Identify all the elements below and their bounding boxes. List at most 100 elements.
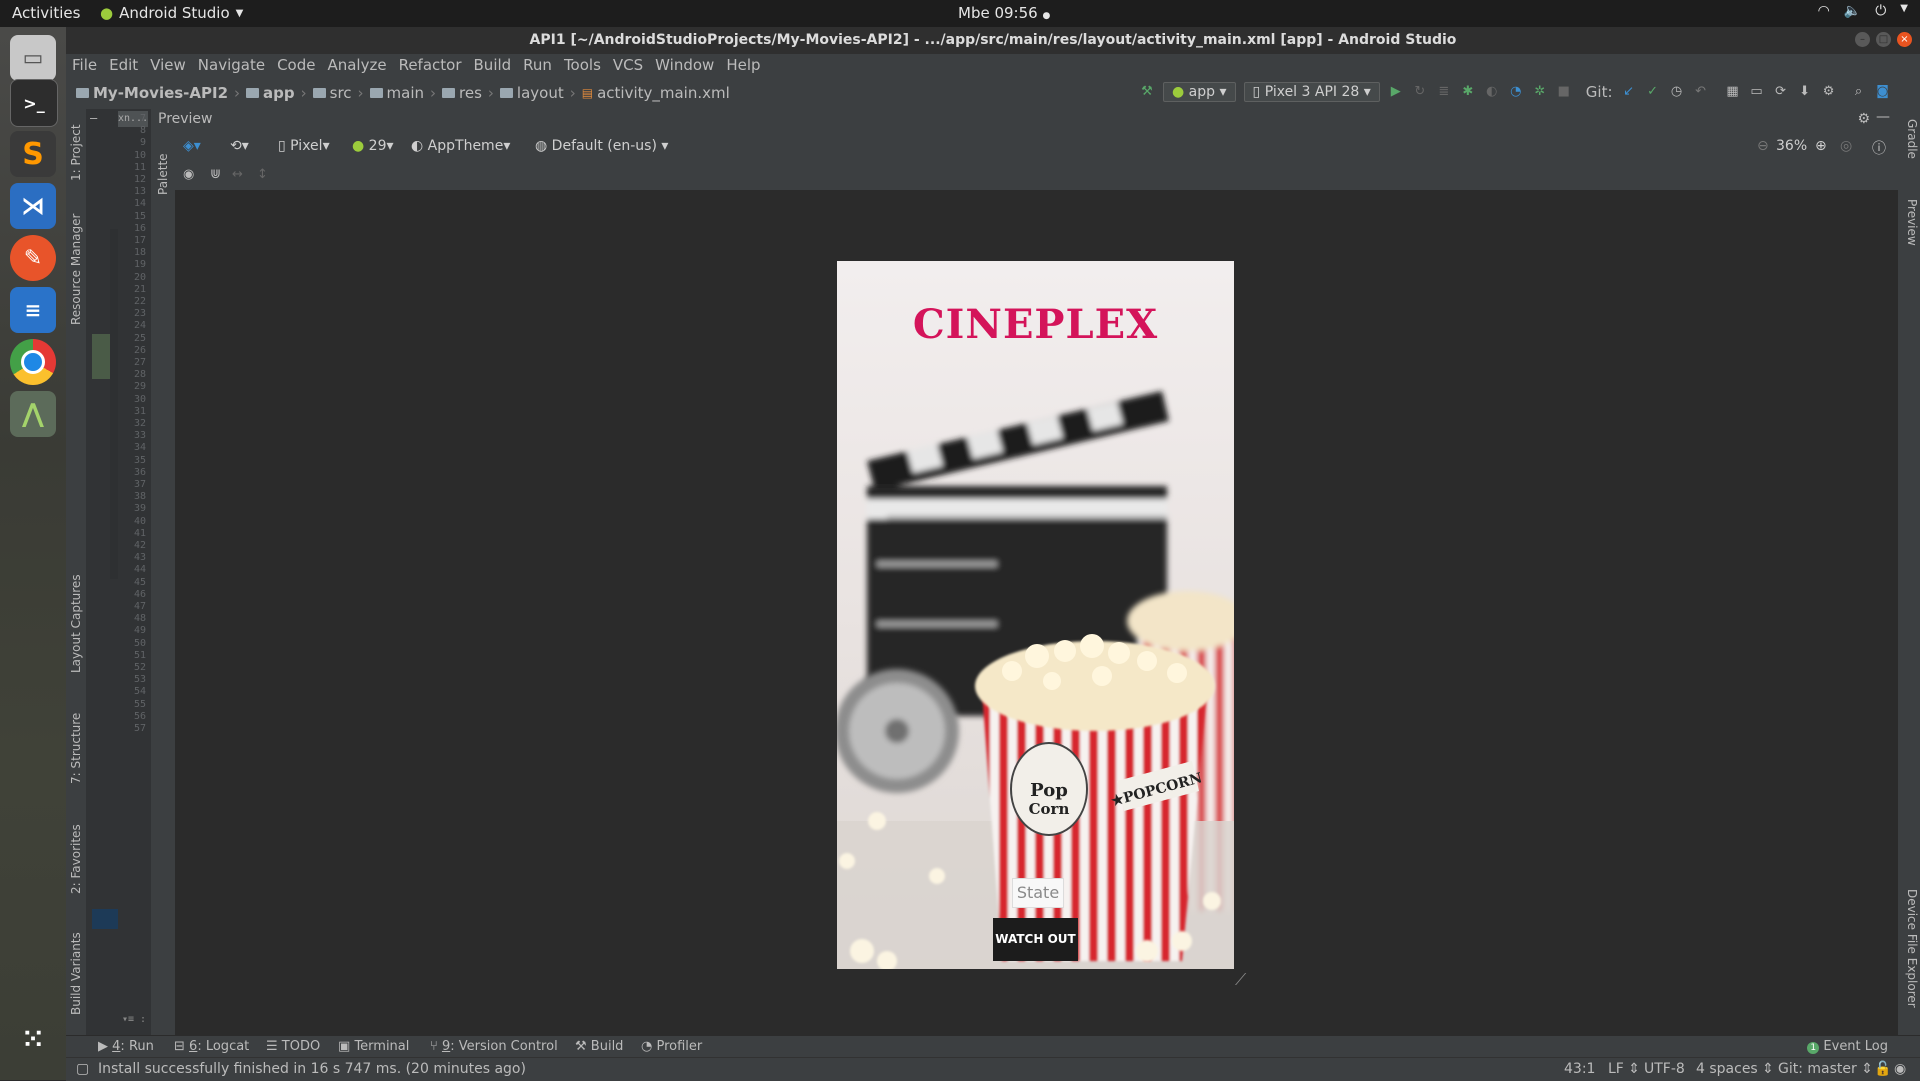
layout-inspector-icon[interactable]: ⚙ [1821,84,1837,100]
tool-tab-project[interactable]: 1: Project [66,113,86,193]
zoom-in-icon[interactable]: ⊕ [1815,138,1827,154]
tool-tab-build-variants[interactable]: Build Variants [66,919,86,1029]
run-icon[interactable]: ▶ [1388,84,1404,100]
project-structure-icon[interactable]: ▦ [1725,84,1741,100]
menu-build[interactable]: Build [468,54,518,78]
attach-debugger-icon[interactable]: ✲ [1532,84,1548,100]
menu-edit[interactable]: Edit [103,54,144,78]
breadcrumb-main[interactable]: main [369,84,424,102]
breadcrumb-project[interactable]: My-Movies-API2 [76,84,228,102]
vertical-resize-icon[interactable]: ↕ [257,167,268,182]
tool-tab-gradle[interactable]: Gradle [1899,119,1919,159]
tool-tab-preview[interactable]: Preview [1899,199,1919,246]
tool-tab-terminal[interactable]: ▣ Terminal [338,1039,409,1054]
breadcrumb-res[interactable]: res [442,84,482,102]
warning-icon[interactable]: ⓘ [1872,138,1886,158]
run-config-select[interactable]: ● app ▾ [1163,82,1236,102]
menu-analyze[interactable]: Analyze [321,54,392,78]
breadcrumb-layout[interactable]: layout [499,84,564,102]
file-encoding[interactable]: UTF-8 [1644,1061,1685,1077]
chrome-icon[interactable] [10,339,56,385]
menu-file[interactable]: File [66,54,103,78]
design-surface-icon[interactable]: ◈▾ [183,138,201,154]
menu-window[interactable]: Window [649,54,720,78]
breadcrumb-file[interactable]: ▤ activity_main.xml [582,84,730,102]
stop-icon[interactable]: ■ [1556,84,1572,100]
git-rollback-icon[interactable]: ↶ [1693,84,1709,100]
apply-code-changes-icon[interactable]: ≣ [1436,84,1452,100]
tool-tab-layout-captures[interactable]: Layout Captures [66,564,86,684]
zoom-fit-icon[interactable]: ◎ [1840,138,1852,154]
git-update-icon[interactable]: ↙ [1621,84,1637,100]
event-log-button[interactable]: 1 Event Log [1807,1039,1888,1054]
menu-icon[interactable]: ▾≡ : [122,1014,146,1025]
profile-icon[interactable]: ◔ [1508,84,1524,100]
avd-manager-icon[interactable]: ▭ [1749,84,1765,100]
collapse-icon[interactable]: — [90,111,97,125]
maximize-icon[interactable]: □ [1876,32,1891,47]
tool-tab-version-control[interactable]: ⑂ 9: Version Control [430,1039,558,1054]
menu-help[interactable]: Help [720,54,766,78]
apps-grid-icon[interactable]: ⁙ [10,1017,56,1063]
tool-tab-logcat[interactable]: ⊟ 6: Logcat [174,1039,249,1054]
menu-code[interactable]: Code [271,54,321,78]
system-tray[interactable]: ◠ 🔈 ⏻ ▼ [1818,3,1908,19]
inspector-icon[interactable]: ◉ [1894,1061,1906,1077]
breadcrumb-app[interactable]: app [246,84,295,102]
watch-out-button[interactable]: WATCH OUT [993,918,1078,961]
eye-icon[interactable]: ◉ [183,167,194,182]
menu-view[interactable]: View [144,54,192,78]
tool-tab-profiler[interactable]: ◔ Profiler [641,1039,702,1054]
account-icon[interactable]: ◙ [1875,84,1891,100]
breadcrumb-src[interactable]: src [312,84,352,102]
tool-tab-build[interactable]: ⚒ Build [575,1039,623,1054]
git-commit-icon[interactable]: ✓ [1645,84,1661,100]
vscode-icon[interactable]: ⋊ [10,183,56,229]
horizontal-resize-icon[interactable]: ↔ [232,167,243,182]
tool-tab-resource-manager[interactable]: Resource Manager [66,209,86,329]
zoom-out-icon[interactable]: ⊖ [1757,138,1769,154]
window-toggle-icon[interactable]: ▢ [76,1061,89,1077]
gear-icon[interactable]: ⚙ [1857,111,1870,127]
git-branch[interactable]: Git: master ⇕ [1778,1061,1873,1077]
build-hammer-icon[interactable]: ⚒ [1139,84,1155,100]
device-preview[interactable]: Pop Corn ★POPCORN CINEPLEX State WATCH O… [837,261,1234,969]
tool-tab-structure[interactable]: 7: Structure [66,703,86,793]
caret-position[interactable]: 43:1 [1564,1061,1595,1077]
activities-button[interactable]: Activities [12,4,80,22]
indent-setting[interactable]: 4 spaces ⇕ [1696,1061,1774,1077]
tool-tab-device-file-explorer[interactable]: Device File Explorer [1899,889,1919,1008]
git-history-icon[interactable]: ◷ [1669,84,1685,100]
minimize-icon[interactable]: – [1855,32,1870,47]
files-icon[interactable]: ▭ [10,35,56,81]
apply-changes-icon[interactable]: ↻ [1412,84,1428,100]
magnet-icon[interactable]: ⋓ [210,167,221,182]
api-menu[interactable]: ● 29▾ [352,138,394,154]
theme-menu[interactable]: ◐ AppTheme▾ [411,138,510,154]
coverage-icon[interactable]: ◐ [1484,84,1500,100]
hide-panel-icon[interactable]: — [1876,109,1890,125]
tool-tab-favorites[interactable]: 2: Favorites [66,809,86,909]
resize-handle-icon[interactable]: ⟋ [1235,970,1246,990]
device-select[interactable]: ▯ Pixel 3 API 28 ▾ [1243,82,1380,102]
menu-refactor[interactable]: Refactor [393,54,468,78]
debug-icon[interactable]: ✱ [1460,84,1476,100]
menu-navigate[interactable]: Navigate [192,54,271,78]
android-studio-icon[interactable]: ⋀ [10,391,56,437]
menu-tools[interactable]: Tools [558,54,607,78]
status-message[interactable]: Install successfully finished in 16 s 74… [98,1061,526,1077]
close-icon[interactable]: × [1897,32,1912,47]
sublime-text-icon[interactable]: S [10,131,56,177]
menu-run[interactable]: Run [517,54,558,78]
app-menu[interactable]: ● Android Studio ▼ [100,4,243,22]
palette-tab[interactable]: Palette [153,144,173,204]
search-icon[interactable]: ⌕ [1851,84,1867,100]
lock-icon[interactable]: 🔓 [1874,1061,1891,1077]
tool-tab-run[interactable]: ▶ 4: Run [98,1039,154,1054]
locale-menu[interactable]: ◍ Default (en-us) ▾ [535,138,668,154]
sync-gradle-icon[interactable]: ⟳ [1773,84,1789,100]
postman-icon[interactable]: ✎ [10,235,56,281]
scrollbar[interactable] [110,229,118,579]
terminal-icon[interactable]: >_ [10,79,58,127]
sdk-manager-icon[interactable]: ⬇ [1797,84,1813,100]
